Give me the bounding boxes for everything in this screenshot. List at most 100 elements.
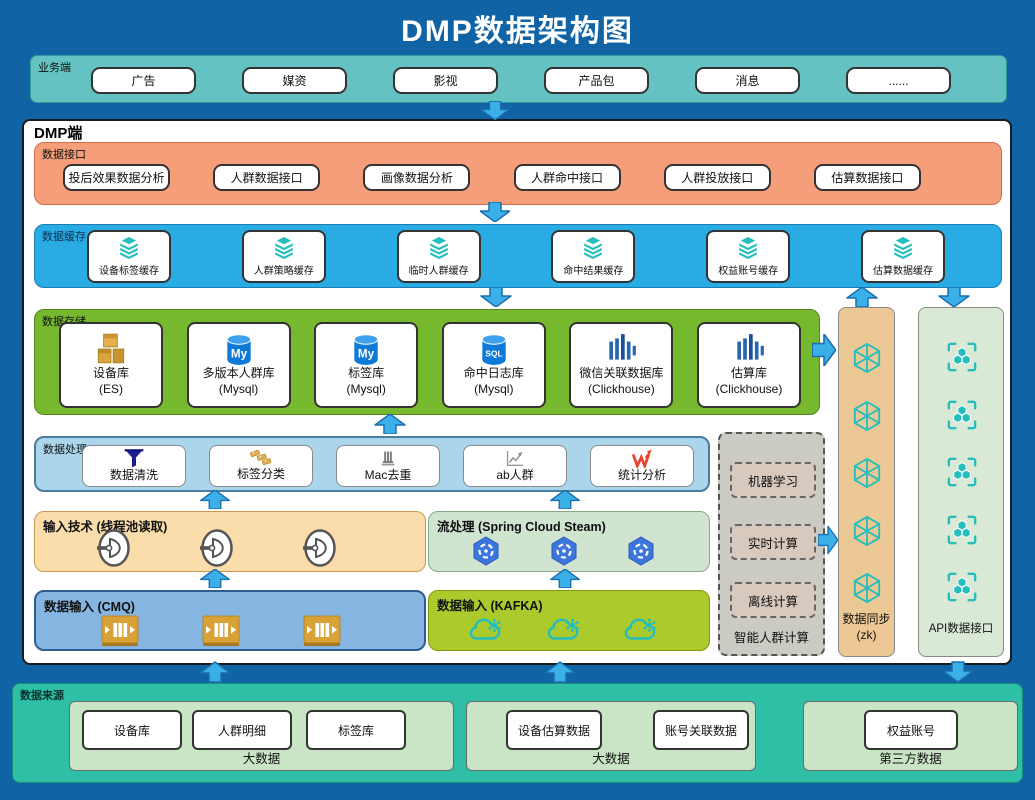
api-interface-label: API数据接口 xyxy=(919,620,1003,636)
dmp-container-label: DMP端 xyxy=(34,122,82,143)
storage-node-name: 多版本人群库 xyxy=(203,366,275,382)
source-group-bigdata-2: 设备估算数据 账号关联数据 大数据 xyxy=(466,701,756,771)
source-group-label: 大数据 xyxy=(467,748,755,767)
compute-node: 机器学习 xyxy=(730,462,816,498)
source-node: 权益账号 xyxy=(864,710,958,750)
business-node: 影视 xyxy=(393,67,498,94)
source-node: 账号关联数据 xyxy=(653,710,749,750)
source-group-bigdata-1: 设备库 人群明细 标签库 大数据 xyxy=(69,701,454,771)
kafka-cloud-icon xyxy=(469,616,503,644)
interface-node: 人群投放接口 xyxy=(664,164,771,191)
thread-pool-icon xyxy=(198,528,234,568)
cmq-input-label: 数据输入 (CMQ) xyxy=(44,596,135,615)
interface-node: 估算数据接口 xyxy=(814,164,921,191)
api-interface-column: API数据接口 xyxy=(918,307,1004,657)
data-processing-label: 数据处理 xyxy=(43,441,87,457)
processing-node: 数据清洗 xyxy=(110,468,158,484)
data-interface-layer: 数据接口 投后效果数据分析 人群数据接口 画像数据分析 人群命中接口 人群投放接… xyxy=(34,142,1002,205)
line-chart-icon xyxy=(503,449,527,468)
dmp-container: DMP端 数据接口 投后效果数据分析 人群数据接口 画像数据分析 人群命中接口 … xyxy=(22,119,1012,665)
flow-arrow-down-icon xyxy=(480,202,510,222)
interface-node: 画像数据分析 xyxy=(363,164,470,191)
thread-pool-icon xyxy=(95,528,131,568)
mysql-db-icon xyxy=(222,332,256,366)
sync-cube-icon xyxy=(852,457,882,489)
interface-node: 人群命中接口 xyxy=(514,164,621,191)
source-group-thirdparty: 权益账号 第三方数据 xyxy=(803,701,1018,771)
flow-arrow-right-icon xyxy=(812,334,836,366)
page-title: DMP数据架构图 xyxy=(0,6,1035,50)
cache-node: 估算数据缓存 xyxy=(873,262,933,277)
cache-node: 设备标签缓存 xyxy=(99,262,159,277)
dataflow-hexagon-icon xyxy=(627,536,655,566)
cache-node: 人群策略缓存 xyxy=(254,262,314,277)
sync-cube-icon xyxy=(852,400,882,432)
message-queue-icon xyxy=(303,615,341,647)
api-scan-icon xyxy=(946,341,978,373)
cache-layers-icon xyxy=(580,237,606,261)
storage-node-name: 标签库 xyxy=(348,366,384,382)
interface-node: 投后效果数据分析 xyxy=(63,164,170,191)
sql-db-icon xyxy=(477,332,511,366)
source-node: 人群明细 xyxy=(192,710,292,750)
cache-layers-icon xyxy=(116,237,142,261)
api-scan-icon xyxy=(946,514,978,546)
input-tech-box: 输入技术 (线程池读取) xyxy=(34,511,426,572)
processing-node: 统计分析 xyxy=(618,468,666,484)
storage-node-tech: (Clickhouse) xyxy=(716,382,783,398)
source-group-label: 大数据 xyxy=(70,748,453,767)
cmq-input-box: 数据输入 (CMQ) xyxy=(34,590,426,651)
storage-node-name: 微信关联数据库 xyxy=(579,366,663,382)
processing-node: ab人群 xyxy=(496,468,533,484)
flow-arrow-up-icon xyxy=(374,414,406,434)
storage-node-name: 命中日志库 xyxy=(464,366,524,382)
stream-processing-label: 流处理 (Spring Cloud Steam) xyxy=(437,516,606,535)
flow-arrow-up-icon xyxy=(200,569,230,588)
flow-arrow-down-icon xyxy=(480,287,512,307)
api-scan-icon xyxy=(946,571,978,603)
compute-node: 离线计算 xyxy=(730,582,816,618)
funnel-icon xyxy=(123,448,145,468)
tags-icon xyxy=(248,449,274,467)
dedup-columns-icon xyxy=(377,449,399,468)
flow-arrow-up-icon xyxy=(545,660,575,684)
business-node: 产品包 xyxy=(544,67,649,94)
data-cache-label: 数据缓存 xyxy=(42,228,86,244)
interface-node: 人群数据接口 xyxy=(213,164,320,191)
kafka-cloud-icon xyxy=(624,616,658,644)
smart-compute-label: 智能人群计算 xyxy=(720,627,823,646)
data-cache-layer: 数据缓存 设备标签缓存 人群策略缓存 临时人群缓存 命中结果缓存 权益账号缓存 … xyxy=(34,224,1002,288)
sync-cube-icon xyxy=(852,342,882,374)
business-node: 广告 xyxy=(91,67,196,94)
data-sync-label: 数据同步 xyxy=(839,610,894,627)
dataflow-hexagon-icon xyxy=(550,536,578,566)
processing-node: Mac去重 xyxy=(365,468,412,484)
cache-layers-icon xyxy=(890,237,916,261)
cache-layers-icon xyxy=(426,237,452,261)
data-source-layer: 数据来源 设备库 人群明细 标签库 大数据 设备估算数据 账号关联数据 大数据 … xyxy=(12,683,1023,783)
dmp-architecture-diagram: DMP数据架构图 业务端 广告 媒资 影视 产品包 消息 ...... DMP端… xyxy=(0,0,1035,800)
smart-compute-box: 机器学习 实时计算 离线计算 智能人群计算 xyxy=(718,432,825,656)
data-processing-layer: 数据处理 数据清洗 标签分类 Mac去重 ab人群 xyxy=(34,436,710,492)
message-queue-icon xyxy=(202,615,240,647)
business-node: 媒资 xyxy=(242,67,347,94)
kafka-input-box: 数据输入 (KAFKA) xyxy=(428,590,710,651)
data-sync-column: 数据同步 (zk) xyxy=(838,307,895,657)
api-scan-icon xyxy=(946,456,978,488)
storage-node-tech: (Mysql) xyxy=(219,382,258,398)
flow-arrow-down-icon xyxy=(481,101,509,120)
data-storage-layer: 数据存储 设备库 (ES) 多版本人群库 (Mysql) 标签库 (Mysql) xyxy=(34,309,820,415)
clickhouse-bars-icon xyxy=(604,332,638,366)
storage-node-tech: (Mysql) xyxy=(347,382,386,398)
cache-node: 权益账号缓存 xyxy=(718,262,778,277)
business-node: ...... xyxy=(846,67,951,94)
thread-pool-icon xyxy=(301,528,337,568)
compute-node: 实时计算 xyxy=(730,524,816,560)
storage-node-tech: (Mysql) xyxy=(474,382,513,398)
flow-arrow-right-icon xyxy=(818,524,838,556)
data-sync-sublabel: (zk) xyxy=(839,628,894,642)
source-node: 标签库 xyxy=(306,710,406,750)
sync-cube-icon xyxy=(852,572,882,604)
source-node: 设备库 xyxy=(82,710,182,750)
storage-node-name: 设备库 xyxy=(93,366,129,382)
